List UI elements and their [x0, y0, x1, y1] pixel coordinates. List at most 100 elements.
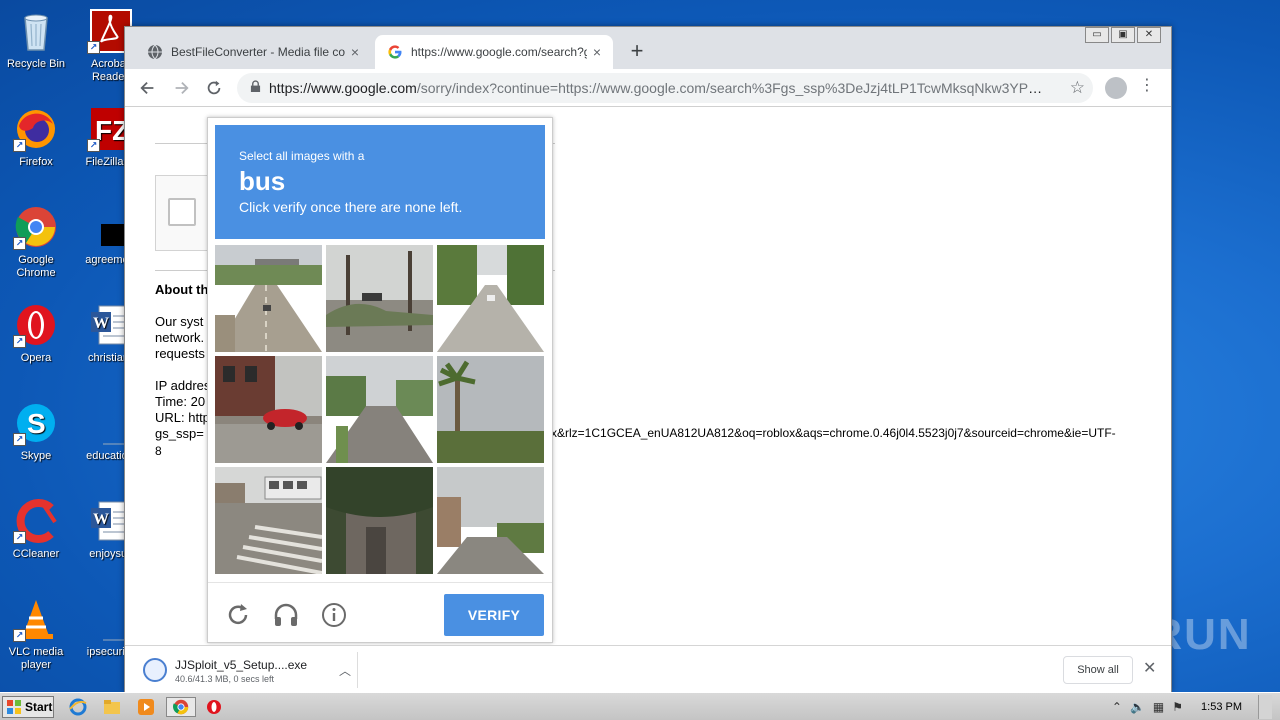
desktop-icon-skype[interactable]: S ↗ Skype [0, 400, 72, 463]
desktop-icon-label: Firefox [19, 156, 53, 168]
captcha-tile-crosswalk-bus[interactable] [215, 467, 322, 574]
vlc-icon: ↗ [13, 596, 59, 642]
tray-expand-icon[interactable]: ⌃ [1112, 700, 1122, 714]
headphones-icon[interactable] [272, 601, 300, 629]
chevron-up-icon[interactable]: ︿ [339, 662, 351, 679]
tab-close-button[interactable]: × [587, 44, 607, 60]
reload-icon [207, 80, 221, 95]
forward-button[interactable] [168, 75, 194, 101]
divider [357, 652, 358, 688]
captcha-tile-suburb-street[interactable] [437, 467, 544, 574]
download-file-name: JJSploit_v5_Setup....exe [175, 658, 308, 672]
action-center-flag-icon[interactable]: ⚑ [1172, 700, 1183, 714]
opera-icon: ↗ [13, 302, 59, 348]
captcha-tile-neighborhood-road[interactable] [326, 356, 433, 463]
captcha-image-grid [215, 245, 545, 575]
captcha-tile-street-poles[interactable] [326, 245, 433, 352]
bookmark-star-icon[interactable]: ☆ [1070, 78, 1085, 98]
verify-button[interactable]: VERIFY [444, 594, 544, 636]
desktop-icon-label: Skype [20, 450, 52, 462]
tab-title: BestFileConverter - Media file conver [171, 45, 345, 59]
desktop: Recycle Bin ↗ Acrobat Reader ↗ Firefox F… [0, 0, 1280, 692]
volume-icon[interactable]: 🔈 [1130, 700, 1145, 714]
ccleaner-icon: ↗ [13, 498, 59, 544]
browser-window: BestFileConverter - Media file conver × … [124, 26, 1172, 692]
system-line: Our syst [155, 314, 204, 329]
ip-details: IP addres Time: 20 URL: http gs_ssp= [155, 378, 210, 442]
download-file-icon [143, 658, 167, 682]
close-window-button[interactable]: ✕ [1137, 27, 1161, 43]
taskbar-media-player-icon[interactable] [136, 697, 158, 717]
arrow-right-icon [175, 81, 189, 95]
url-line: URL: http [155, 410, 210, 425]
chrome-icon: ↗ [13, 204, 59, 250]
captcha-tile-parked-red-car[interactable] [215, 356, 322, 463]
recaptcha-checkbox-card [155, 175, 215, 251]
url-text: https://www.google.com/sorry/index?conti… [269, 80, 1049, 96]
ip-line: IP addres [155, 378, 211, 393]
captcha-tile-palm-tree[interactable] [437, 356, 544, 463]
taskbar-chrome-icon[interactable] [166, 697, 196, 717]
address-bar[interactable]: https://www.google.com/sorry/index?conti… [237, 73, 1093, 103]
captcha-footer: VERIFY [208, 582, 552, 644]
system-line: requests [155, 346, 205, 361]
profile-avatar-icon[interactable] [1105, 77, 1127, 99]
desktop-icon-label: Opera [20, 352, 52, 364]
captcha-target: bus [239, 166, 286, 196]
captcha-header: Select all images with a bus Click verif… [215, 125, 545, 239]
show-all-button[interactable]: Show all [1063, 656, 1133, 684]
reload-button[interactable] [201, 75, 227, 101]
globe-icon [147, 44, 163, 60]
window-controls: ▭ ▣ ✕ [1085, 27, 1161, 43]
url-path: /sorry/index?continue=https://www.google… [416, 80, 1049, 96]
recaptcha-checkbox[interactable] [168, 198, 196, 226]
back-button[interactable] [135, 75, 161, 101]
desktop-icon-label: Recycle Bin [6, 58, 66, 70]
tab-title: https://www.google.com/search?gs_ [411, 45, 587, 59]
captcha-tile-tree-wall[interactable] [326, 467, 433, 574]
google-icon [387, 44, 403, 60]
about-heading: About th [155, 282, 209, 297]
captcha-tile-rural-road[interactable] [437, 245, 544, 352]
captcha-instruction: Select all images with a [239, 149, 365, 163]
desktop-icon-recycle-bin[interactable]: Recycle Bin [0, 8, 72, 71]
show-desktop-button[interactable] [1258, 695, 1272, 719]
network-icon[interactable]: ▦ [1153, 700, 1164, 714]
new-tab-button[interactable]: + [625, 39, 649, 63]
desktop-icon-vlc[interactable]: ↗ VLC media player [0, 596, 72, 672]
desktop-icon-opera[interactable]: ↗ Opera [0, 302, 72, 365]
svg-text:W: W [93, 315, 109, 332]
download-item[interactable]: JJSploit_v5_Setup....exe 40.6/41.3 MB, 0… [139, 652, 357, 688]
desktop-icon-firefox[interactable]: ↗ Firefox [0, 106, 72, 169]
taskbar-explorer-icon[interactable] [102, 697, 124, 717]
svg-text:S: S [27, 408, 46, 439]
minimize-button[interactable]: ▭ [1085, 27, 1109, 43]
download-bar: JJSploit_v5_Setup....exe 40.6/41.3 MB, 0… [125, 645, 1171, 692]
skype-icon: S ↗ [13, 400, 59, 446]
clock[interactable]: 1:53 PM [1201, 701, 1242, 713]
reload-challenge-icon[interactable] [224, 601, 252, 629]
captcha-subtext: Click verify once there are none left. [239, 199, 463, 215]
start-label: Start [25, 700, 53, 714]
maximize-button[interactable]: ▣ [1111, 27, 1135, 43]
info-icon[interactable] [320, 601, 348, 629]
download-status: 40.6/41.3 MB, 0 secs left [175, 674, 275, 684]
desktop-icon-ccleaner[interactable]: ↗ CCleaner [0, 498, 72, 561]
tab-google-search[interactable]: https://www.google.com/search?gs_ × [375, 35, 613, 69]
start-button[interactable]: Start [2, 696, 54, 718]
desktop-icon-label: Google Chrome [16, 254, 56, 279]
tab-bestfileconverter[interactable]: BestFileConverter - Media file conver × [135, 35, 371, 69]
taskbar-opera-icon[interactable] [204, 697, 226, 717]
desktop-icon-label: VLC media player [8, 646, 64, 671]
close-download-bar-icon[interactable]: ✕ [1143, 658, 1156, 678]
system-paragraph: Our syst network. requests [155, 314, 205, 362]
taskbar-ie-icon[interactable] [68, 697, 90, 717]
menu-kebab-icon[interactable]: ⋮ [1139, 75, 1155, 95]
tab-close-button[interactable]: × [345, 44, 365, 60]
url-tail: 8 [155, 444, 162, 458]
captcha-tile-road-overpass[interactable] [215, 245, 322, 352]
desktop-icon-chrome[interactable]: ↗ Google Chrome [0, 204, 72, 280]
lock-icon [241, 80, 269, 96]
system-tray: ⌃ 🔈 ▦ ⚑ 1:53 PM [1112, 695, 1280, 719]
tab-strip: BestFileConverter - Media file conver × … [125, 27, 1171, 69]
